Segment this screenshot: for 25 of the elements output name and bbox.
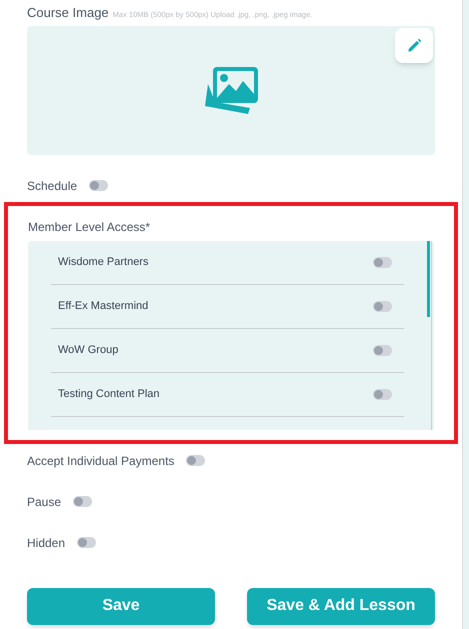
edit-button[interactable]: [395, 28, 433, 62]
toggle-switch[interactable]: [89, 180, 108, 191]
image-gallery-icon: [203, 64, 259, 116]
pencil-icon: [406, 38, 422, 52]
toggle-switch[interactable]: [77, 537, 96, 548]
member-level-name: Wisdome Partners: [58, 254, 148, 270]
field-label: Course Image: [27, 4, 109, 22]
toggle-switch[interactable]: [373, 256, 392, 268]
field-label: Hidden: [27, 534, 66, 552]
toggle-switch[interactable]: [373, 388, 392, 400]
member-level-name: Testing Content Plan: [58, 386, 160, 402]
member-level-name: Eff-Ex Mastermind: [58, 298, 148, 314]
member-level-name: WoW Group: [58, 342, 118, 358]
toggle-switch[interactable]: [373, 344, 392, 356]
field-label: Accept Individual Payments: [27, 452, 174, 470]
scrollbar[interactable]: [427, 240, 432, 430]
field-label: Schedule: [27, 178, 78, 194]
image-upload-area[interactable]: [27, 26, 435, 154]
toggle-switch[interactable]: [186, 455, 206, 466]
save-button[interactable]: Save: [27, 588, 215, 624]
save-button[interactable]: Save & Add Lesson: [247, 588, 435, 624]
field-label: Pause: [27, 494, 62, 510]
toggle-switch[interactable]: [373, 300, 392, 312]
field-label: Member Level Access*: [28, 218, 152, 236]
toggle-switch[interactable]: [73, 496, 92, 507]
